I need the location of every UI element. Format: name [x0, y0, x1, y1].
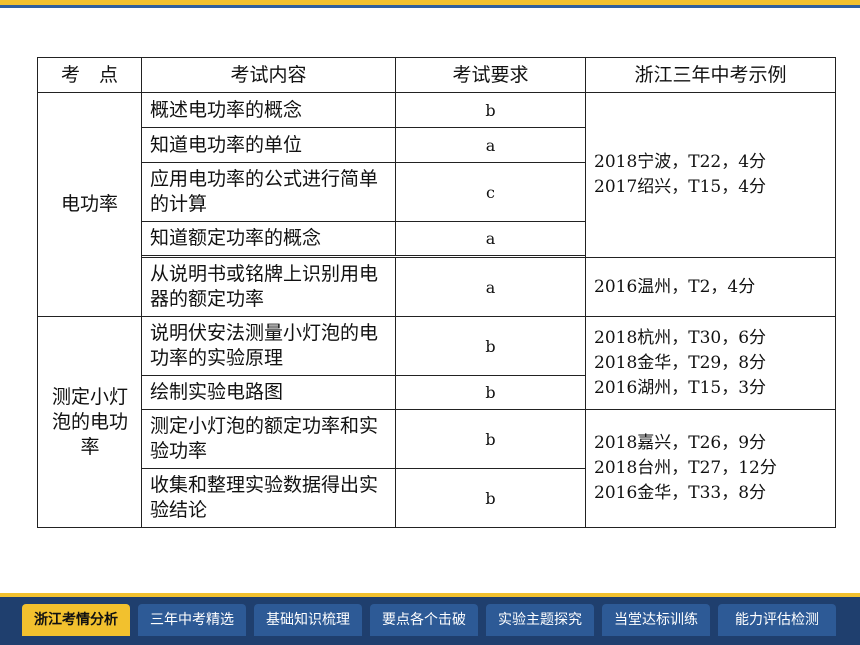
header-examples: 浙江三年中考示例 — [585, 57, 836, 93]
example-line: 2018金华，T29，8分 — [594, 352, 767, 373]
examples-cell: 2018杭州，T30，6分 2018金华，T29，8分 2016湖州，T15，3… — [585, 316, 836, 410]
exam-point-cell: 测定小灯泡的电功率 — [37, 316, 142, 528]
content-cell: 知道额定功率的概念 — [141, 221, 396, 256]
content-cell: 收集和整理实验数据得出实验结论 — [141, 468, 396, 528]
example-line: 2018嘉兴，T26，9分 — [594, 433, 767, 453]
examples-cell: 2016温州，T2，4分 — [585, 257, 836, 317]
nav-tab-basics[interactable]: 基础知识梳理 — [254, 604, 362, 636]
content-cell: 测定小灯泡的额定功率和实验功率 — [141, 409, 396, 469]
content-cell: 应用电功率的公式进行简单的计算 — [141, 162, 396, 222]
requirement-cell: a — [395, 221, 586, 256]
table-row: 测定小灯泡的电功率 说明伏安法测量小灯泡的电功率的实验原理 b 2018杭州，T… — [37, 316, 836, 528]
requirement-cell: b — [395, 316, 586, 376]
requirement-cell: b — [395, 375, 586, 410]
examples-cell: 2018宁波，T22，4分 2017绍兴，T15，4分 — [585, 92, 836, 258]
exam-point-label: 测定小灯泡的电功率 — [51, 385, 128, 458]
examples-cell: 2018嘉兴，T26，9分 2018台州，T27，12分 2016金华，T33，… — [585, 409, 836, 528]
requirement-cell: b — [395, 92, 586, 128]
nav-tab-key-points[interactable]: 要点各个击破 — [370, 604, 478, 636]
requirement-cell: a — [395, 127, 586, 163]
example-line: 2016温州，T2，4分 — [594, 276, 756, 297]
nav-tab-assessment[interactable]: 能力评估检测 — [718, 604, 836, 636]
nav-tab-analysis[interactable]: 浙江考情分析 — [22, 604, 130, 636]
content-cell: 从说明书或铭牌上识别用电器的额定功率 — [141, 257, 396, 317]
requirement-cell: b — [395, 409, 586, 469]
exam-requirements-table: 考 点 考试内容 考试要求 浙江三年中考示例 电功率 概述电功率的概念 b 20… — [37, 57, 836, 528]
example-line: 2016湖州，T15，3分 — [594, 377, 767, 398]
table-row: 测定小灯泡的额定功率和实验功率 b 2018嘉兴，T26，9分 2018台州，T… — [38, 409, 836, 528]
table-row: 电功率 概述电功率的概念 b 2018宁波，T22，4分 2017绍兴，T15，… — [37, 92, 836, 317]
requirement-cell: a — [395, 257, 586, 317]
example-line: 2018台州，T27，12分 — [594, 458, 777, 478]
top-accent-line — [0, 5, 860, 8]
example-line: 2016金华，T33，8分 — [594, 483, 767, 503]
header-content: 考试内容 — [141, 57, 396, 93]
requirement-cell: b — [395, 468, 586, 528]
content-cell: 概述电功率的概念 — [141, 92, 396, 128]
example-line: 2018宁波，T22，4分 — [594, 152, 767, 172]
content-cell: 绘制实验电路图 — [141, 375, 396, 410]
example-line: 2018杭州，T30，6分 — [594, 327, 767, 348]
content-cell: 说明伏安法测量小灯泡的电功率的实验原理 — [141, 316, 396, 376]
header-requirement: 考试要求 — [395, 57, 586, 93]
table-header-row: 考 点 考试内容 考试要求 浙江三年中考示例 — [37, 57, 836, 93]
nav-tab-experiments[interactable]: 实验主题探究 — [486, 604, 594, 636]
nav-tab-practice[interactable]: 当堂达标训练 — [602, 604, 710, 636]
requirement-cell: c — [395, 162, 586, 222]
table-row: 从说明书或铭牌上识别用电器的额定功率 a 2016温州，T2，4分 — [38, 257, 836, 317]
nav-tab-past-exams[interactable]: 三年中考精选 — [138, 604, 246, 636]
content-cell: 知道电功率的单位 — [141, 127, 396, 163]
header-point: 考 点 — [37, 57, 142, 93]
example-line: 2017绍兴，T15，4分 — [594, 177, 767, 197]
exam-point-cell: 电功率 — [37, 92, 142, 317]
